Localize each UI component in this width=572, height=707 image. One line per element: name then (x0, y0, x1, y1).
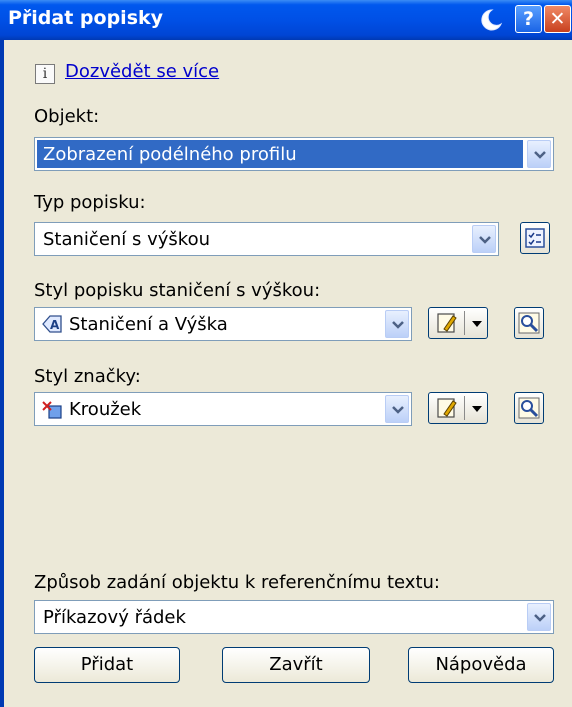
label-style-dropdown-button[interactable] (385, 310, 409, 338)
reference-method-combobox[interactable]: Příkazový řádek (34, 600, 554, 634)
window-left-border (0, 40, 4, 707)
help-title-button[interactable]: ? (515, 5, 542, 33)
svg-text:A: A (50, 318, 60, 332)
object-combobox[interactable]: Zobrazení podélného profilu (34, 137, 554, 171)
marker-style-icon (42, 401, 62, 419)
close-button[interactable]: Zavřít (222, 647, 370, 683)
chevron-down-icon (534, 151, 546, 159)
add-labels-dialog: Přidat popisky ? ✕ i Dozvědět se více Ob… (0, 0, 572, 707)
title-bar[interactable]: Přidat popisky ? ✕ (0, 0, 572, 40)
marker-style-combobox[interactable]: Kroužek (34, 392, 412, 426)
chevron-down-icon (392, 406, 404, 414)
label-style-value: Staničení a Výška (69, 314, 228, 335)
caret-down-icon[interactable] (471, 320, 483, 328)
magnifier-icon (518, 312, 540, 334)
label-type-picker-button[interactable] (520, 222, 550, 254)
label-type-value: Staničení s výškou (43, 229, 211, 250)
object-value: Zobrazení podélného profilu (43, 144, 297, 165)
checklist-icon (525, 228, 545, 248)
caret-down-icon[interactable] (471, 405, 483, 413)
marker-style-label: Styl značky: (34, 366, 141, 387)
reference-method-dropdown-button[interactable] (527, 603, 551, 631)
label-style-edit-button[interactable] (428, 307, 488, 339)
chevron-down-icon (392, 321, 404, 329)
label-type-dropdown-button[interactable] (472, 225, 496, 253)
chevron-down-icon (479, 236, 491, 244)
magnifier-icon (518, 397, 540, 419)
edit-style-icon (437, 313, 457, 333)
window-title: Přidat popisky (8, 7, 164, 29)
marker-style-edit-button[interactable] (428, 392, 488, 424)
chevron-down-icon (534, 614, 546, 622)
split-divider (464, 311, 465, 335)
object-dropdown-button[interactable] (527, 140, 551, 168)
reference-method-value: Příkazový řádek (43, 607, 186, 628)
add-button[interactable]: Přidat (34, 647, 180, 683)
split-divider (464, 396, 465, 420)
close-title-button[interactable]: ✕ (544, 5, 571, 33)
help-button[interactable]: Nápověda (408, 647, 554, 683)
label-type-combobox[interactable]: Staničení s výškou (34, 222, 499, 256)
marker-style-preview-button[interactable] (514, 392, 544, 424)
label-style-icon: A (42, 315, 62, 333)
label-type-label: Typ popisku: (34, 192, 146, 213)
marker-style-dropdown-button[interactable] (385, 395, 409, 423)
object-label: Objekt: (34, 106, 100, 127)
edit-style-icon (437, 398, 457, 418)
autohide-pin-icon[interactable] (477, 7, 503, 33)
info-icon: i (35, 64, 55, 84)
label-style-label: Styl popisku staničení s výškou: (34, 280, 321, 301)
label-style-preview-button[interactable] (514, 307, 544, 339)
learn-more-link[interactable]: Dozvědět se více (65, 61, 219, 82)
label-style-combobox[interactable]: A Staničení a Výška (34, 307, 412, 341)
marker-style-value: Kroužek (69, 399, 142, 420)
reference-method-label: Způsob zadání objektu k referenčnímu tex… (34, 572, 440, 593)
